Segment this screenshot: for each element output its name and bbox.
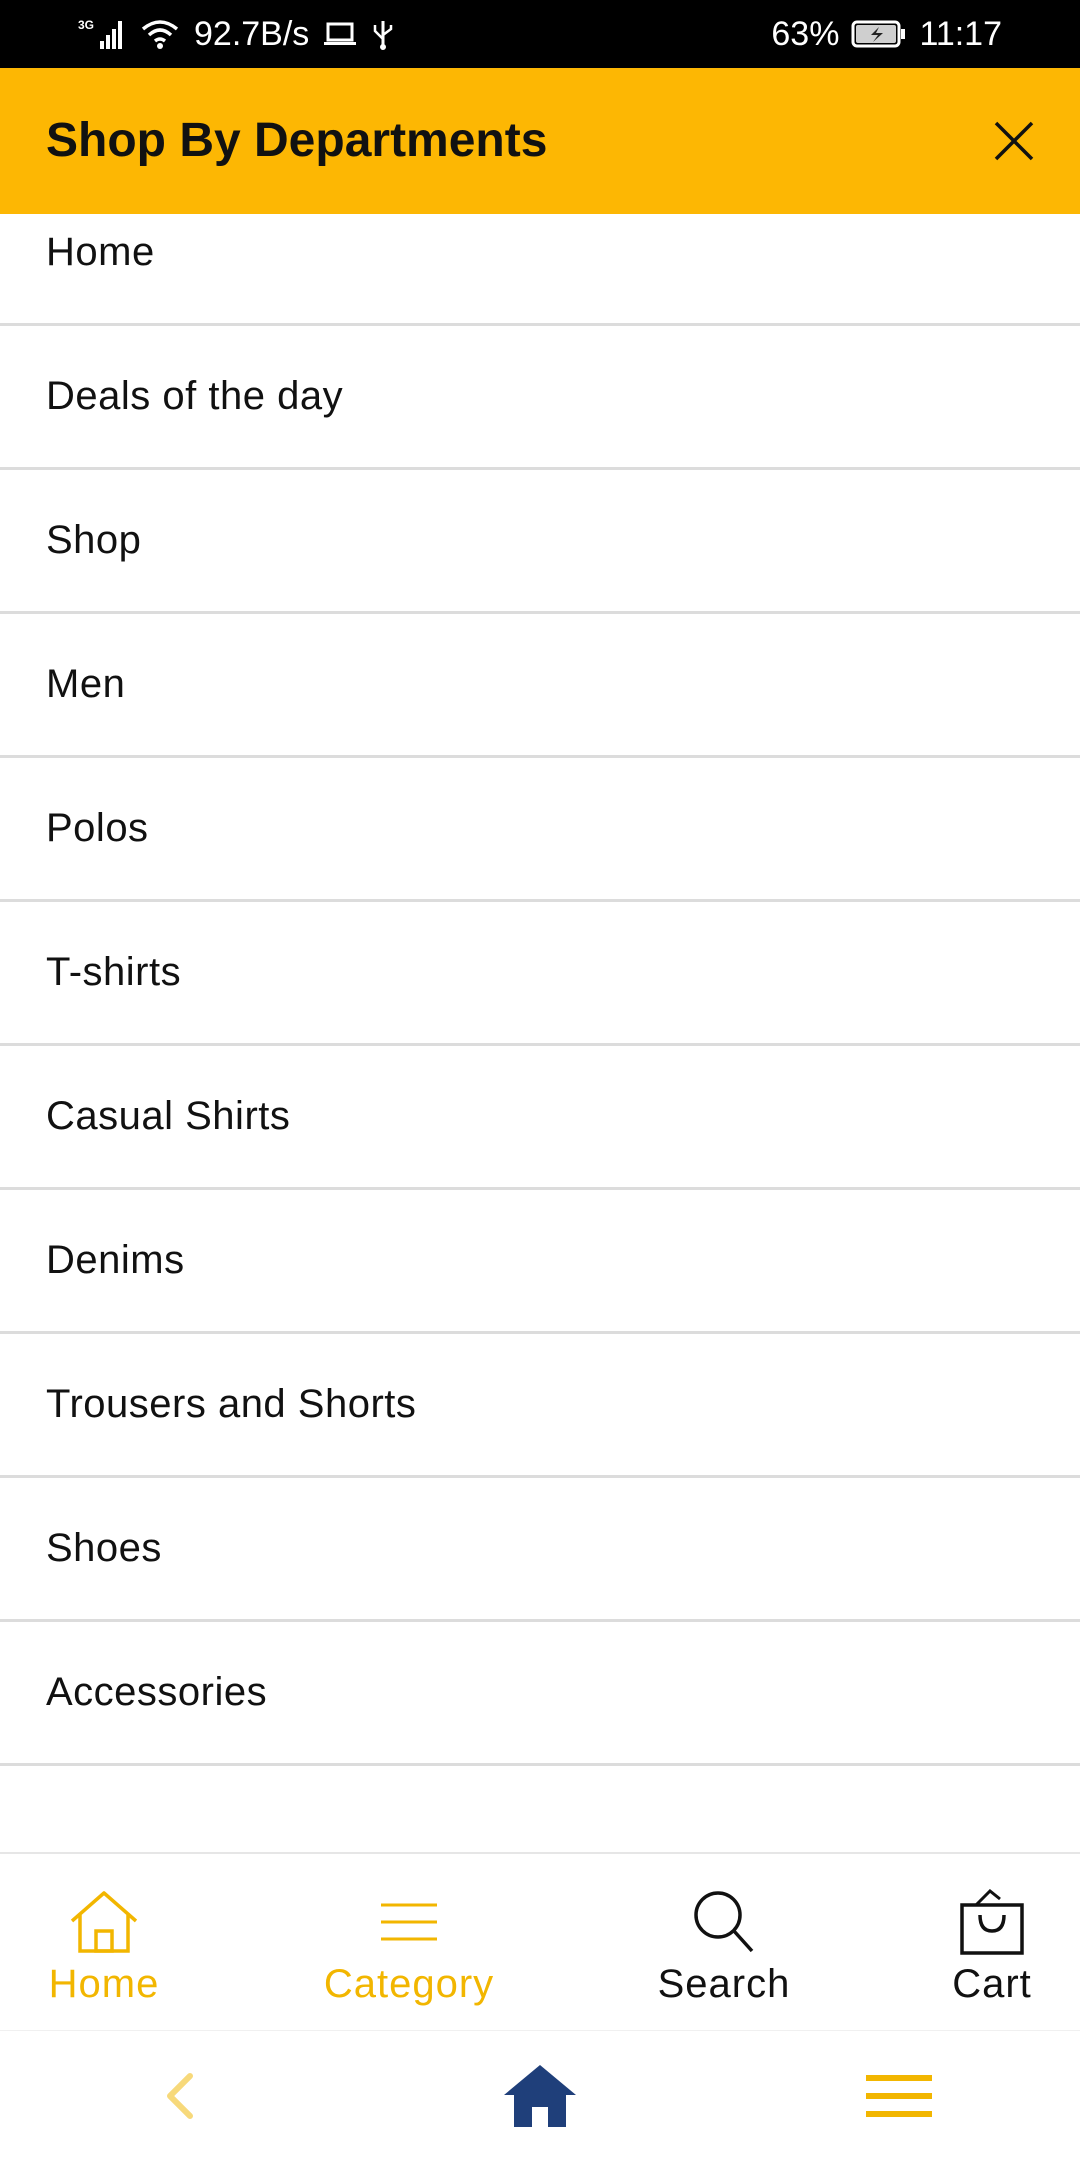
menu-item-label: Men	[46, 662, 126, 706]
menu-item-polos[interactable]: Polos	[0, 758, 1080, 902]
back-button[interactable]	[150, 2061, 210, 2131]
menu-item-denims[interactable]: Denims	[0, 1190, 1080, 1334]
tab-cart-label: Cart	[952, 1962, 1032, 2006]
bottom-tab-bar: Home Category Search Cart	[0, 1852, 1080, 2032]
menu-item-label: Casual Shirts	[46, 1094, 291, 1138]
menu-item-accessories[interactable]: Accessories	[0, 1622, 1080, 1766]
close-icon	[994, 121, 1034, 161]
close-button[interactable]	[986, 113, 1042, 169]
menu-item-tshirts[interactable]: T-shirts	[0, 902, 1080, 1046]
tab-cart[interactable]: Cart	[882, 1854, 1080, 2032]
chevron-left-icon	[167, 2073, 193, 2119]
search-icon	[688, 1886, 760, 1958]
tab-home[interactable]: Home	[0, 1854, 214, 2032]
menu-item-trousers[interactable]: Trousers and Shorts	[0, 1334, 1080, 1478]
tab-search-label: Search	[657, 1962, 791, 2006]
menu-item-casual-shirts[interactable]: Casual Shirts	[0, 1046, 1080, 1190]
menu-item-deals[interactable]: Deals of the day	[0, 326, 1080, 470]
tab-category[interactable]: Category	[299, 1854, 519, 2032]
status-left: 3G 92.7B/s	[78, 0, 395, 68]
network-speed: 92.7B/s	[194, 14, 310, 53]
shopping-bag-icon	[956, 1886, 1028, 1958]
status-right: 63% 11:17	[771, 0, 1002, 68]
tab-category-label: Category	[323, 1962, 495, 2006]
system-nav-bar	[0, 2030, 1080, 2161]
battery-percent: 63%	[771, 14, 840, 53]
menu-item-label: Home	[46, 230, 155, 274]
home-icon	[64, 1886, 144, 1958]
department-list: Home Deals of the day Shop Men Polos T-s…	[0, 182, 1080, 1766]
tab-home-label: Home	[48, 1962, 160, 2006]
network-type: 3G	[78, 18, 94, 32]
menu-item-home[interactable]: Home	[0, 182, 1080, 326]
menu-nav-button[interactable]	[864, 2061, 934, 2131]
tab-search[interactable]: Search	[614, 1854, 834, 2032]
status-bar: 3G 92.7B/s 63% 11:17	[0, 0, 1080, 68]
menu-item-label: Trousers and Shorts	[46, 1382, 417, 1426]
menu-item-label: Accessories	[46, 1670, 268, 1714]
menu-item-men[interactable]: Men	[0, 614, 1080, 758]
battery-icon	[851, 19, 907, 49]
menu-item-label: Denims	[46, 1238, 185, 1282]
wifi-icon	[140, 17, 180, 51]
menu-item-label: T-shirts	[46, 950, 182, 994]
usb-icon	[371, 17, 395, 51]
menu-icon	[377, 1886, 441, 1958]
signal-icon: 3G	[78, 17, 126, 51]
menu-item-shop[interactable]: Shop	[0, 470, 1080, 614]
clock: 11:17	[919, 14, 1002, 53]
menu-item-label: Polos	[46, 806, 149, 850]
menu-item-shoes[interactable]: Shoes	[0, 1478, 1080, 1622]
menu-item-label: Shoes	[46, 1526, 162, 1570]
home-filled-icon	[504, 2065, 576, 2127]
menu-item-label: Deals of the day	[46, 374, 344, 418]
hamburger-icon	[866, 2075, 932, 2117]
home-nav-button[interactable]	[500, 2061, 580, 2131]
laptop-icon	[323, 19, 357, 49]
menu-item-label: Shop	[46, 518, 142, 562]
